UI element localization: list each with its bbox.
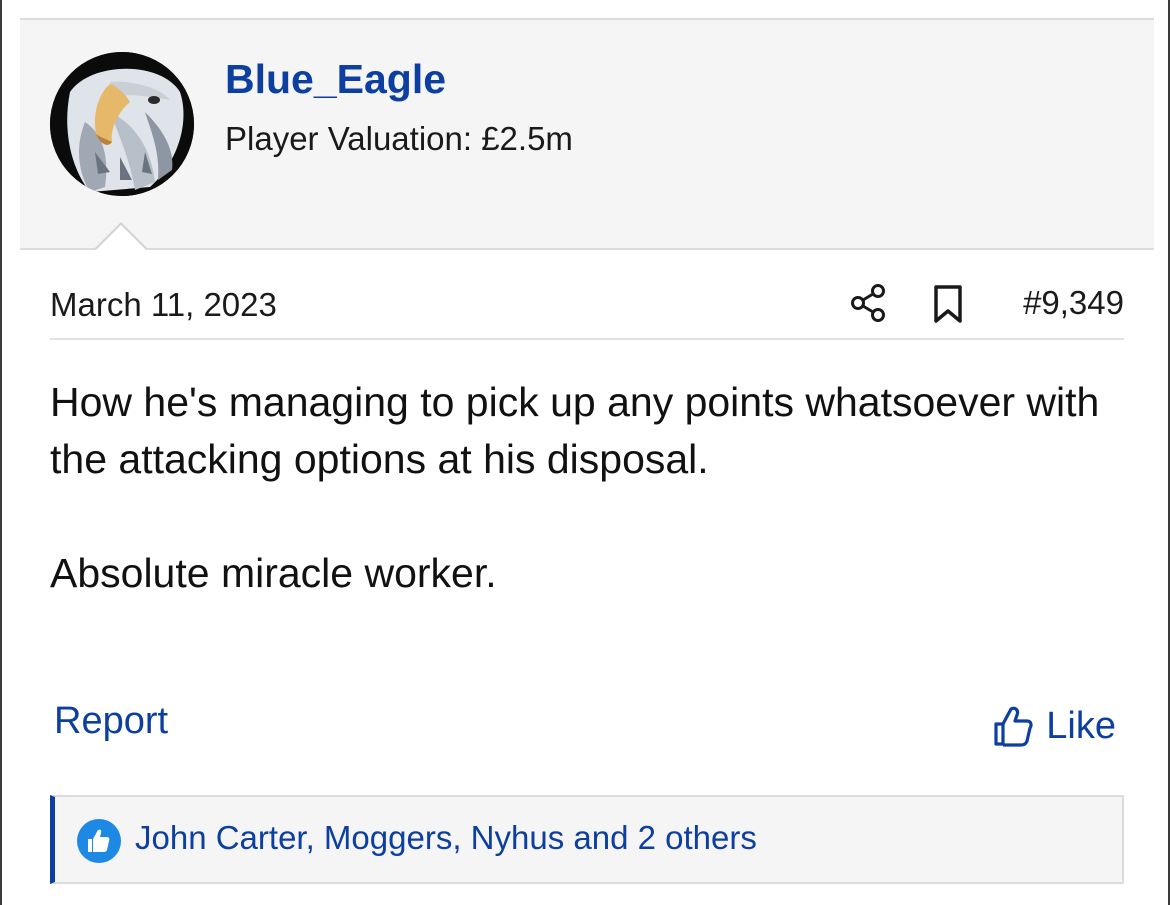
reaction-badge [77, 819, 121, 863]
bookmark-icon[interactable] [932, 284, 964, 324]
thumbs-up-icon [994, 706, 1033, 747]
author-title: Player Valuation: £2.5m [225, 120, 573, 157]
share-icon[interactable] [850, 284, 886, 322]
like-label: Like [1046, 704, 1116, 747]
post-paragraph: How he's managing to pick up any points … [50, 379, 1100, 482]
post-meta: March 11, 2023 #9,349 [50, 270, 1124, 340]
post-body: How he's managing to pick up any points … [50, 374, 1110, 602]
post-date[interactable]: March 11, 2023 [50, 286, 277, 324]
like-button[interactable]: Like [992, 702, 1116, 750]
user-header: Blue_Eagle Player Valuation: £2.5m [20, 18, 1154, 250]
post-paragraph: Absolute miracle worker. [50, 550, 497, 596]
author-username[interactable]: Blue_Eagle [225, 56, 446, 103]
post-number[interactable]: #9,349 [1023, 284, 1124, 322]
reaction-users[interactable]: John Carter, Moggers, Nyhus and 2 others [135, 819, 757, 857]
header-pointer-inner [96, 225, 146, 250]
post-container: Blue_Eagle Player Valuation: £2.5m March… [0, 0, 1170, 905]
avatar[interactable] [50, 52, 194, 196]
thumbs-up-icon [88, 829, 110, 852]
report-link[interactable]: Report [54, 700, 168, 743]
reactions-bar[interactable]: John Carter, Moggers, Nyhus and 2 others [50, 795, 1124, 884]
eagle-avatar-icon [50, 52, 194, 196]
